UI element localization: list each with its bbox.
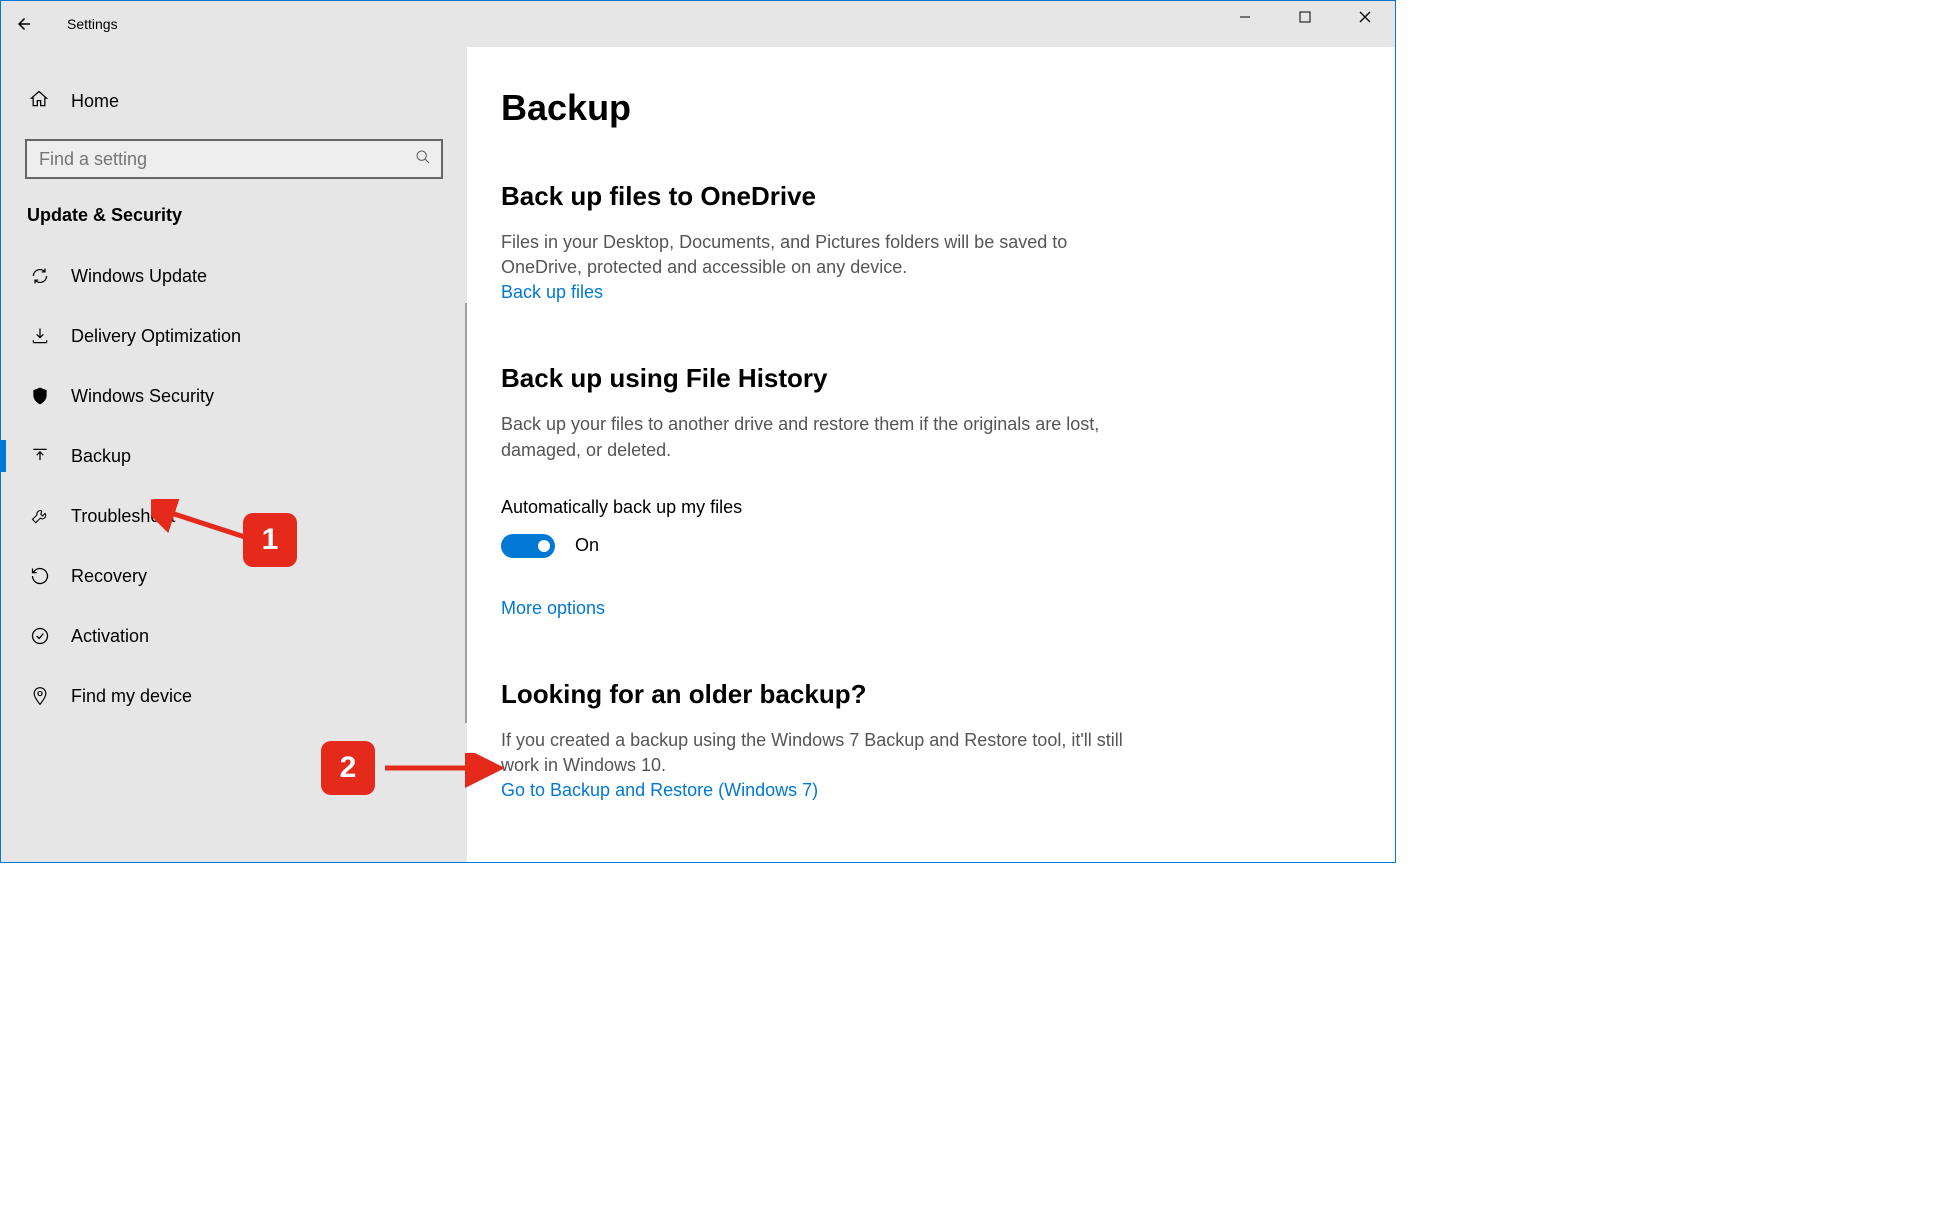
shield-icon bbox=[29, 386, 51, 406]
location-icon bbox=[29, 686, 51, 706]
auto-backup-toggle[interactable] bbox=[501, 534, 555, 558]
search-field[interactable] bbox=[39, 149, 415, 170]
sidebar-item-label: Home bbox=[71, 91, 119, 112]
window-title: Settings bbox=[67, 16, 118, 32]
sidebar-item-label: Find my device bbox=[71, 686, 192, 707]
wrench-icon bbox=[29, 506, 51, 526]
sidebar-item-label: Backup bbox=[71, 446, 131, 467]
section-older-backup: Looking for an older backup? If you crea… bbox=[501, 679, 1355, 801]
home-icon bbox=[29, 89, 51, 114]
sidebar-item-backup[interactable]: Backup bbox=[1, 426, 467, 486]
section-heading: Back up using File History bbox=[501, 363, 1355, 394]
sidebar-item-label: Recovery bbox=[71, 566, 147, 587]
sidebar-section-title: Update & Security bbox=[27, 205, 467, 226]
sidebar-item-find-my-device[interactable]: Find my device bbox=[1, 666, 467, 726]
sidebar-item-label: Windows Security bbox=[71, 386, 214, 407]
sidebar-item-delivery-optimization[interactable]: Delivery Optimization bbox=[1, 306, 467, 366]
sidebar-item-label: Activation bbox=[71, 626, 149, 647]
section-description: If you created a backup using the Window… bbox=[501, 728, 1141, 778]
search-icon bbox=[415, 149, 431, 170]
recovery-icon bbox=[29, 566, 51, 586]
main-panel: Backup Back up files to OneDrive Files i… bbox=[467, 47, 1395, 862]
sidebar-item-windows-security[interactable]: Windows Security bbox=[1, 366, 467, 426]
toggle-state: On bbox=[575, 535, 599, 556]
sidebar-item-activation[interactable]: Activation bbox=[1, 606, 467, 666]
section-description: Files in your Desktop, Documents, and Pi… bbox=[501, 230, 1141, 280]
minimize-button[interactable] bbox=[1215, 1, 1275, 33]
section-heading: Back up files to OneDrive bbox=[501, 181, 1355, 212]
search-input[interactable] bbox=[25, 139, 443, 179]
section-heading: Looking for an older backup? bbox=[501, 679, 1355, 710]
annotation-badge-2: 2 bbox=[321, 741, 375, 795]
backup-files-link[interactable]: Back up files bbox=[501, 282, 603, 303]
back-button[interactable] bbox=[1, 1, 47, 47]
titlebar: Settings bbox=[1, 1, 1395, 47]
annotation-badge-1: 1 bbox=[243, 513, 297, 567]
sidebar: Home Update & Security Windows Update De… bbox=[1, 47, 467, 862]
check-circle-icon bbox=[29, 626, 51, 646]
sidebar-scrollbar[interactable] bbox=[465, 303, 467, 723]
section-file-history: Back up using File History Back up your … bbox=[501, 363, 1355, 618]
maximize-button[interactable] bbox=[1275, 1, 1335, 33]
close-button[interactable] bbox=[1335, 1, 1395, 33]
page-title: Backup bbox=[501, 87, 1355, 129]
sidebar-item-home[interactable]: Home bbox=[1, 77, 467, 125]
sidebar-item-label: Windows Update bbox=[71, 266, 207, 287]
sidebar-item-label: Delivery Optimization bbox=[71, 326, 241, 347]
download-icon bbox=[29, 326, 51, 346]
backup-icon bbox=[29, 446, 51, 466]
sidebar-item-windows-update[interactable]: Windows Update bbox=[1, 246, 467, 306]
toggle-label: Automatically back up my files bbox=[501, 497, 1355, 518]
section-description: Back up your files to another drive and … bbox=[501, 412, 1141, 462]
sync-icon bbox=[29, 266, 51, 286]
section-onedrive: Back up files to OneDrive Files in your … bbox=[501, 181, 1355, 303]
more-options-link[interactable]: More options bbox=[501, 598, 605, 619]
